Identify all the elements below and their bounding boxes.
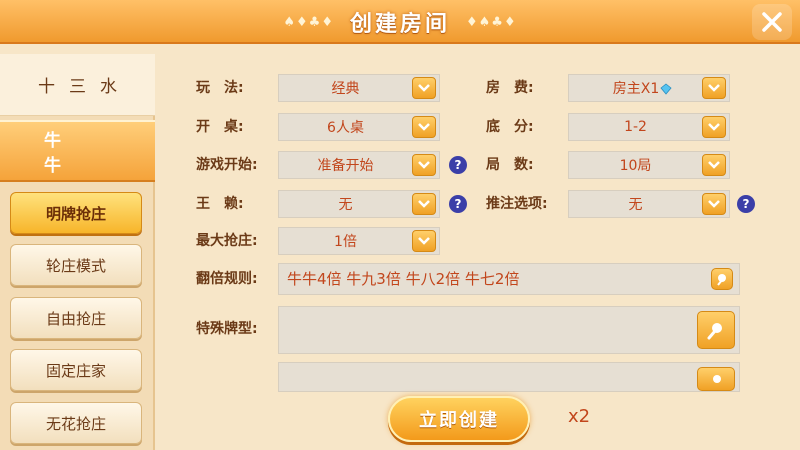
chevron-down-icon[interactable] [412, 154, 436, 176]
tab-shisanshui[interactable]: 十三水 [0, 54, 155, 116]
rounds-select[interactable]: 10局 [568, 151, 730, 179]
play-label: 玩 法: [196, 80, 244, 96]
pin-button[interactable] [697, 311, 735, 349]
mode-mingpai-qiangzhuang[interactable]: 明牌抢庄 [10, 192, 142, 234]
chevron-down-icon[interactable] [412, 77, 436, 99]
chevron-down-icon[interactable] [702, 193, 726, 215]
mode-ziyou-qiangzhuang[interactable]: 自由抢庄 [10, 297, 142, 339]
close-button[interactable] [752, 4, 792, 40]
maxbid-value: 1倍 [334, 234, 357, 250]
chevron-down-icon[interactable] [412, 193, 436, 215]
push-select[interactable]: 无 [568, 190, 730, 218]
base-label: 底 分: [486, 119, 534, 135]
base-select[interactable]: 1-2 [568, 113, 730, 141]
special-box[interactable] [278, 306, 740, 354]
fee-label: 房 费: [486, 80, 534, 96]
fee-value: 房主X1 [569, 78, 702, 98]
sidebar: 十三水 牛牛 明牌抢庄 轮庄模式 自由抢庄 固定庄家 无花抢庄 [0, 54, 155, 450]
room-cost: x2 [568, 406, 591, 427]
chevron-down-icon[interactable] [412, 116, 436, 138]
tab-niuniu[interactable]: 牛牛 [0, 120, 155, 182]
chevron-down-icon[interactable] [412, 230, 436, 252]
play-value: 经典 [331, 81, 360, 97]
mode-lunzhuang[interactable]: 轮庄模式 [10, 244, 142, 286]
pin-icon [707, 323, 722, 340]
create-now-button[interactable]: 立即创建 [388, 396, 530, 442]
multiplier-value: 牛牛4倍 牛九3倍 牛八2倍 牛七2倍 [287, 270, 520, 288]
push-value: 无 [628, 197, 643, 213]
rounds-label: 局 数: [486, 157, 534, 173]
fee-value-text: 房主X1 [612, 81, 660, 97]
suit-ornament-left: ♠♦♣♦ [283, 14, 334, 30]
help-icon[interactable]: ? [449, 195, 467, 213]
start-label: 游戏开始: [196, 157, 258, 173]
header-bar: ♠♦♣♦ 创建房间 ♦♠♣♦ [0, 0, 800, 44]
wild-select[interactable]: 无 [278, 190, 440, 218]
diamond-icon [660, 83, 672, 95]
page-title: 创建房间 [349, 12, 450, 37]
multiplier-label: 翻倍规则: [196, 271, 258, 287]
maxbid-select[interactable]: 1倍 [278, 227, 440, 255]
help-icon[interactable]: ? [449, 156, 467, 174]
chevron-down-icon[interactable] [702, 77, 726, 99]
fee-select[interactable]: 房主X1 [568, 74, 730, 102]
maxbid-label: 最大抢庄: [196, 233, 258, 249]
chevron-down-icon[interactable] [702, 116, 726, 138]
base-value: 1-2 [624, 119, 647, 135]
next-option-box[interactable] [278, 362, 740, 392]
rounds-value: 10局 [619, 158, 652, 174]
start-value: 准备开始 [317, 158, 374, 174]
pin-button[interactable] [711, 268, 733, 290]
push-label: 推注选项: [486, 196, 548, 212]
table-select[interactable]: 6人桌 [278, 113, 440, 141]
pin-icon [717, 274, 726, 286]
table-value: 6人桌 [327, 120, 364, 136]
mode-guding-zhuangjia[interactable]: 固定庄家 [10, 349, 142, 391]
special-label: 特殊牌型: [196, 321, 258, 337]
mode-wuhua-qiangzhuang[interactable]: 无花抢庄 [10, 402, 142, 444]
play-select[interactable]: 经典 [278, 74, 440, 102]
suit-ornament-right: ♦♠♣♦ [466, 14, 517, 30]
table-label: 开 桌: [196, 119, 244, 135]
multiplier-box[interactable]: 牛牛4倍 牛九3倍 牛八2倍 牛七2倍 [278, 263, 740, 295]
title-wrap: ♠♦♣♦ 创建房间 ♦♠♣♦ [250, 4, 550, 40]
pin-icon [713, 375, 721, 383]
close-icon [762, 12, 782, 32]
wild-value: 无 [338, 197, 353, 213]
help-icon[interactable]: ? [737, 195, 755, 213]
chevron-down-icon[interactable] [702, 154, 726, 176]
wild-label: 王 赖: [196, 196, 244, 212]
start-select[interactable]: 准备开始 [278, 151, 440, 179]
pin-button[interactable] [697, 367, 735, 391]
